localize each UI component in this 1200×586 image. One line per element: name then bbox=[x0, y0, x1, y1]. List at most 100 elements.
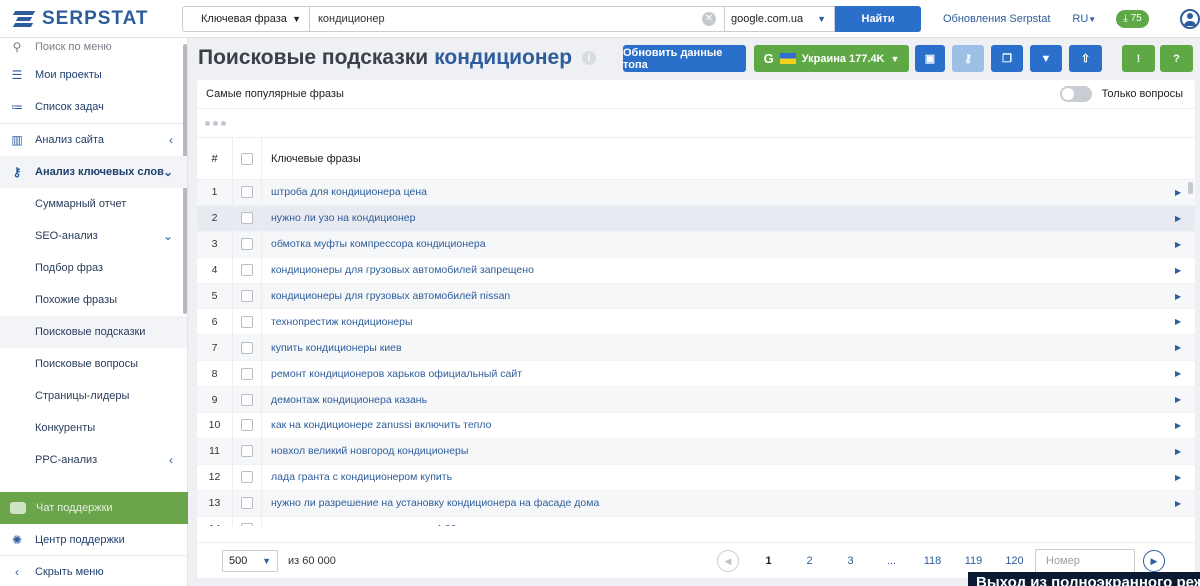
keyword-link[interactable]: ремонт кондиционеров харьков официальный… bbox=[262, 368, 1175, 380]
region-select-button[interactable]: G Украина 177.4K ▼ bbox=[754, 45, 909, 72]
row-checkbox[interactable] bbox=[241, 341, 253, 354]
sidebar-item-summary[interactable]: Суммарный отчет bbox=[0, 188, 187, 220]
page-link[interactable]: 120 bbox=[994, 555, 1035, 567]
user-avatar-icon[interactable] bbox=[1179, 8, 1200, 29]
expand-arrow-icon[interactable]: ▶ bbox=[1175, 266, 1195, 275]
row-checkbox[interactable] bbox=[241, 264, 253, 277]
clear-icon[interactable]: ✕ bbox=[702, 11, 716, 26]
domain-select[interactable]: google.com.ua ▼ bbox=[725, 5, 835, 32]
keyword-link[interactable]: кондиционеры для грузовых автомобилей ni… bbox=[262, 290, 1175, 302]
expand-arrow-icon[interactable]: ▶ bbox=[1175, 317, 1195, 326]
help-icon[interactable]: ? bbox=[1160, 45, 1193, 72]
table-row[interactable]: 8 ремонт кондиционеров харьков официальны… bbox=[197, 361, 1195, 388]
sidebar-item-keyword-analysis[interactable]: ⚷ Анализ ключевых слов ⌄ bbox=[0, 156, 187, 188]
table-row[interactable]: 12 лада гранта с кондиционером купить ▶ bbox=[197, 464, 1195, 491]
per-page-select[interactable]: 500 ▼ bbox=[222, 549, 278, 572]
search-type-select[interactable]: Ключевая фраза ▼ bbox=[182, 5, 310, 32]
info-icon[interactable]: i bbox=[582, 51, 597, 65]
table-row[interactable]: 6 технопрестиж кондиционеры ▶ bbox=[197, 309, 1195, 336]
sidebar-item-ppc-analysis[interactable]: PPC-анализ ‹ bbox=[0, 444, 187, 476]
page-number-input[interactable]: Номер bbox=[1035, 549, 1135, 573]
select-all-checkbox[interactable] bbox=[241, 152, 253, 165]
expand-arrow-icon[interactable]: ▶ bbox=[1175, 395, 1195, 404]
find-button[interactable]: Найти bbox=[835, 5, 921, 32]
expand-arrow-icon[interactable]: ▶ bbox=[1175, 214, 1195, 223]
sidebar-item-search-questions[interactable]: Поисковые вопросы bbox=[0, 348, 187, 380]
table-row[interactable]: 14 как включить кондиционер ауди а4 б6▶ bbox=[197, 516, 1195, 526]
row-checkbox[interactable] bbox=[241, 445, 253, 458]
sidebar-item-competitors[interactable]: Конкуренты bbox=[0, 412, 187, 444]
sidebar-item-site-analysis[interactable]: ▥ Анализ сайта ‹ bbox=[0, 124, 187, 156]
calendar-icon[interactable]: ▣ bbox=[915, 45, 945, 72]
keyword-link[interactable]: кондиционеры для грузовых автомобилей за… bbox=[262, 264, 1175, 276]
keyword-link[interactable]: обмотка муфты компрессора кондиционера bbox=[262, 238, 1175, 250]
row-checkbox[interactable] bbox=[241, 497, 253, 510]
expand-arrow-icon[interactable]: ▶ bbox=[1175, 525, 1195, 526]
sidebar-item-similar-phrases[interactable]: Похожие фразы bbox=[0, 284, 187, 316]
row-checkbox[interactable] bbox=[241, 523, 253, 526]
filter-icon[interactable]: ▼ bbox=[1030, 45, 1062, 72]
row-checkbox[interactable] bbox=[241, 186, 253, 199]
expand-arrow-icon[interactable]: ▶ bbox=[1175, 499, 1195, 508]
language-select[interactable]: RU▼ bbox=[1072, 13, 1096, 25]
table-row[interactable]: 3 обмотка муфты компрессора кондиционера ▶ bbox=[197, 231, 1195, 258]
page-link[interactable]: 119 bbox=[953, 555, 994, 567]
table-row[interactable]: 1 штроба для кондиционера цена ▶ bbox=[197, 180, 1195, 206]
table-row[interactable]: 7 купить кондиционеры киев ▶ bbox=[197, 335, 1195, 362]
sidebar-item-my-projects[interactable]: ☰ Мои проекты bbox=[0, 59, 187, 91]
page-link[interactable]: 1 bbox=[748, 555, 789, 567]
row-checkbox[interactable] bbox=[241, 367, 253, 380]
sidebar-item-help-center[interactable]: ✺ Центр поддержки bbox=[0, 524, 188, 556]
table-row[interactable]: 4 кондиционеры для грузовых автомобилей з… bbox=[197, 257, 1195, 284]
row-checkbox[interactable] bbox=[241, 212, 253, 225]
table-row[interactable]: 9 демонтаж кондиционера казань ▶ bbox=[197, 387, 1195, 414]
serpstat-logo[interactable]: SERPSTAT bbox=[0, 8, 182, 30]
sidebar-item-leader-pages[interactable]: Страницы-лидеры bbox=[0, 380, 187, 412]
table-row[interactable]: 10 как на кондиционере zanussi включить т… bbox=[197, 413, 1195, 439]
expand-arrow-icon[interactable]: ▶ bbox=[1175, 473, 1195, 482]
expand-arrow-icon[interactable]: ▶ bbox=[1175, 240, 1195, 249]
expand-arrow-icon[interactable]: ▶ bbox=[1175, 369, 1195, 378]
keyword-link[interactable]: технопрестиж кондиционеры bbox=[262, 316, 1175, 328]
row-checkbox[interactable] bbox=[241, 471, 253, 484]
hide-menu-button[interactable]: ‹ Скрыть меню bbox=[0, 556, 188, 586]
sidebar-item-phrase-selection[interactable]: Подбор фраз bbox=[0, 252, 187, 284]
table-row[interactable]: 5 кондиционеры для грузовых автомобилей n… bbox=[197, 283, 1195, 310]
copy-icon[interactable]: ❐ bbox=[991, 45, 1023, 72]
keyword-link[interactable]: купить кондиционеры киев bbox=[262, 342, 1175, 354]
sidebar-item-search-suggestions[interactable]: Поисковые подсказки bbox=[0, 316, 187, 348]
page-link[interactable]: 118 bbox=[912, 555, 953, 567]
page-link[interactable]: 3 bbox=[830, 555, 871, 567]
key-icon[interactable]: ⚷ bbox=[952, 45, 984, 72]
table-row[interactable]: 2 нужно ли узо на кондиционер ▶ bbox=[197, 205, 1195, 232]
table-row[interactable]: 13 нужно ли разрешение на установку конди… bbox=[197, 490, 1195, 517]
expand-arrow-icon[interactable]: ▶ bbox=[1175, 292, 1195, 301]
keyword-link[interactable]: как включить кондиционер ауди а4 б6 bbox=[262, 523, 1175, 526]
keyword-link[interactable]: штроба для кондиционера цена bbox=[262, 186, 1175, 198]
expand-arrow-icon[interactable]: ▶ bbox=[1175, 447, 1195, 456]
table-scrollbar[interactable] bbox=[1188, 182, 1193, 194]
expand-arrow-icon[interactable]: ▶ bbox=[1175, 343, 1195, 352]
keyword-link[interactable]: лада гранта с кондиционером купить bbox=[262, 471, 1175, 483]
updates-link[interactable]: Обновления Serpstat bbox=[943, 13, 1050, 25]
sidebar-item-seo-analysis[interactable]: SEO-анализ ⌄ bbox=[0, 220, 187, 252]
feedback-icon[interactable]: ! bbox=[1122, 45, 1155, 72]
keyword-link[interactable]: нужно ли разрешение на установку кондици… bbox=[262, 497, 1175, 509]
keyword-link[interactable]: новхол великий новгород кондиционеры bbox=[262, 445, 1175, 457]
more-options-icon[interactable] bbox=[197, 108, 1195, 138]
sidebar-item-task-list[interactable]: ≔ Список задач bbox=[0, 91, 187, 123]
row-checkbox[interactable] bbox=[241, 393, 253, 406]
keyword-link[interactable]: нужно ли узо на кондиционер bbox=[262, 212, 1175, 224]
support-chat-button[interactable]: Чат поддержки bbox=[0, 492, 188, 524]
keyword-link[interactable]: демонтаж кондиционера казань bbox=[262, 394, 1175, 406]
prev-page-icon[interactable]: ◀ bbox=[717, 550, 739, 572]
sidebar-search[interactable]: ⚲ Поиск по меню bbox=[0, 38, 187, 56]
only-questions-toggle[interactable] bbox=[1059, 86, 1092, 102]
table-row[interactable]: 11 новхол великий новгород кондиционеры ▶ bbox=[197, 438, 1195, 465]
update-top-button[interactable]: Обновить данные топа bbox=[623, 45, 746, 72]
row-checkbox[interactable] bbox=[241, 315, 253, 328]
next-page-icon[interactable]: ▶ bbox=[1143, 550, 1165, 572]
keyword-link[interactable]: как на кондиционере zanussi включить теп… bbox=[262, 419, 1175, 431]
row-checkbox[interactable] bbox=[241, 290, 253, 302]
export-icon[interactable]: ⇧ bbox=[1069, 45, 1102, 72]
